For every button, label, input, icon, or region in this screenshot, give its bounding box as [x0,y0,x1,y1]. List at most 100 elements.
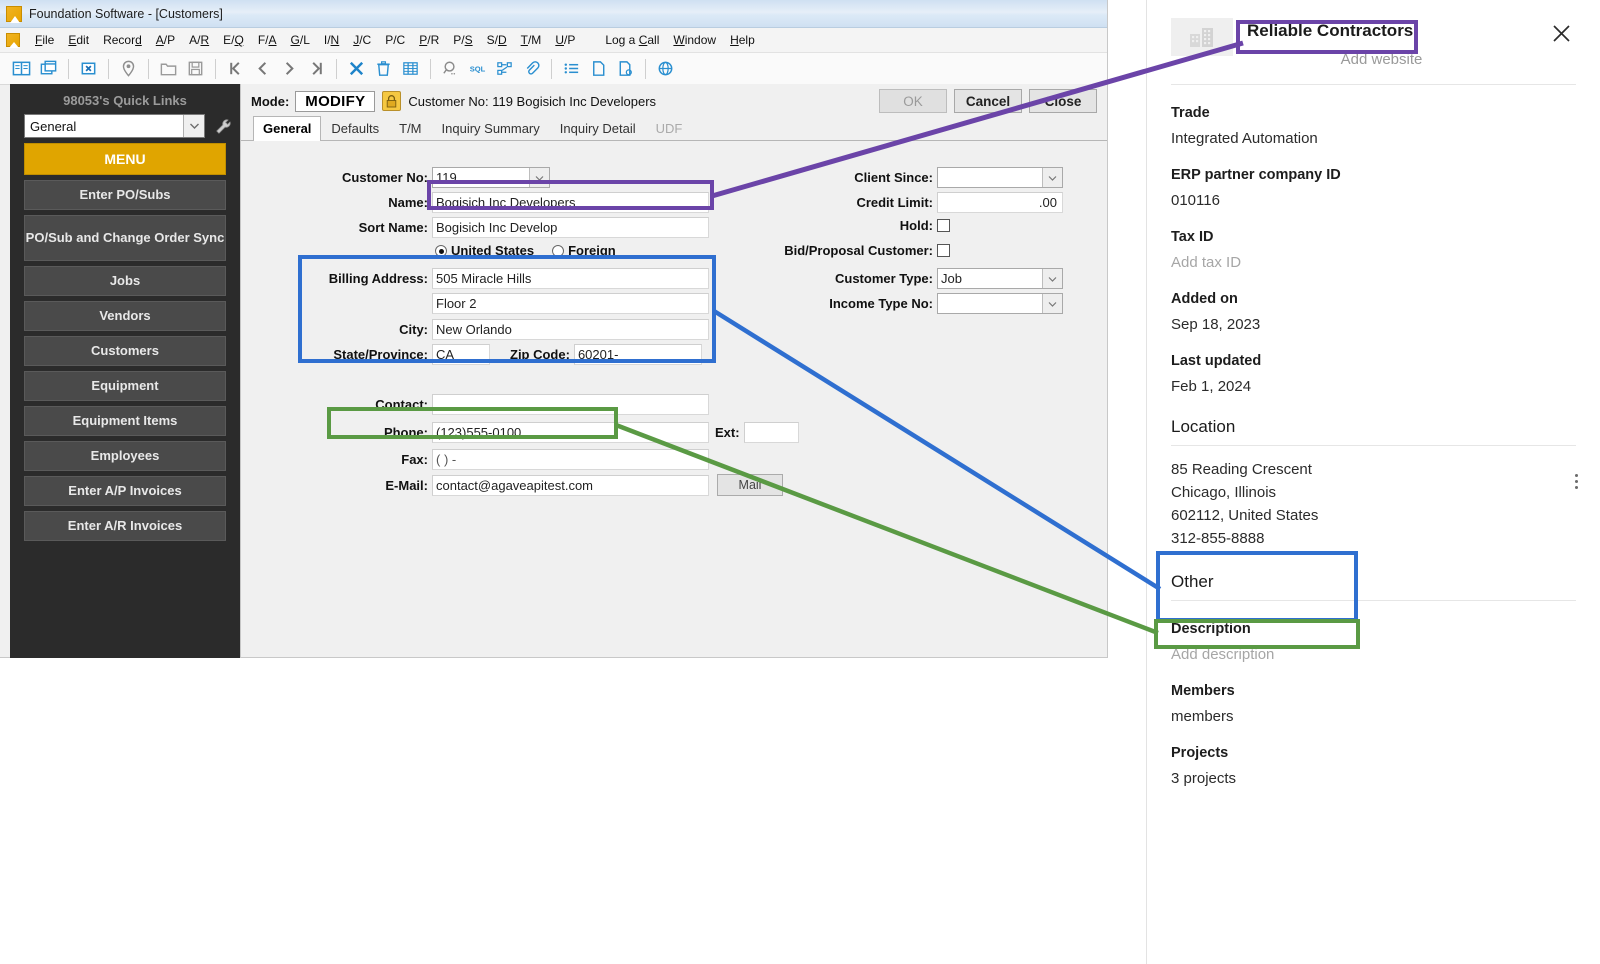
next-record-icon[interactable] [276,56,302,82]
sidebar-item-equipment[interactable]: Equipment [24,371,226,401]
foundation-logo-icon [6,33,20,48]
sidebar-item-employees[interactable]: Employees [24,441,226,471]
city-input[interactable]: New Orlando [432,319,709,340]
menu-item-gl[interactable]: G/L [284,31,317,49]
name-value: Bogisich Inc Developers [436,195,576,210]
menu-item-record[interactable]: Record [96,31,149,49]
add-website-link[interactable]: Add website [1247,51,1546,68]
sidebar-item-vendors[interactable]: Vendors [24,301,226,331]
close-box-icon[interactable] [75,56,101,82]
zip-code-input[interactable]: 60201- [573,344,702,365]
sidebar-item-enter-ap-invoices[interactable]: Enter A/P Invoices [24,476,226,506]
find-icon[interactable] [437,56,463,82]
tab-inquiry-detail[interactable]: Inquiry Detail [550,116,646,141]
globe-icon[interactable] [652,56,678,82]
trash-icon[interactable] [370,56,396,82]
sidebar-item-enter-po-subs[interactable]: Enter PO/Subs [24,180,226,210]
location-pin-icon[interactable] [115,56,141,82]
menu-item-window[interactable]: Window [666,31,723,49]
sidebar-item-jobs[interactable]: Jobs [24,266,226,296]
customer-type-input[interactable]: Job [937,268,1063,289]
radio-foreign[interactable]: Foreign [552,243,616,258]
delete-x-icon[interactable] [343,56,369,82]
email-input[interactable]: contact@agaveapitest.com [432,475,709,496]
menu-item-ps[interactable]: P/S [446,31,479,49]
list-icon[interactable] [558,56,584,82]
menu-item-jc[interactable]: J/C [346,31,378,49]
menu-item-log-a-call[interactable]: Log a Call [598,31,666,49]
menu-item-pc[interactable]: P/C [378,31,412,49]
menu-item-ar[interactable]: A/R [182,31,216,49]
menu-item-ap[interactable]: A/P [149,31,182,49]
bid-proposal-checkbox[interactable] [937,244,950,257]
menu-item-sd[interactable]: S/D [480,31,514,49]
name-input[interactable]: Bogisich Inc Developers [432,192,709,213]
chevron-down-icon[interactable] [1042,269,1062,288]
state-province-input[interactable]: CA [432,344,490,365]
menu-item-in[interactable]: I/N [317,31,346,49]
chevron-down-icon[interactable] [1042,168,1062,187]
address-line-1: 85 Reading Crescent [1171,461,1312,478]
document-icon[interactable] [585,56,611,82]
sidebar-item-customers[interactable]: Customers [24,336,226,366]
billing-address-line2-input[interactable]: Floor 2 [432,293,709,314]
attachment-icon[interactable] [518,56,544,82]
quick-links-dropdown[interactable]: General [24,114,205,138]
menu-item-fa[interactable]: F/A [251,31,284,49]
tab-inquiry-summary[interactable]: Inquiry Summary [432,116,550,141]
last-record-icon[interactable] [303,56,329,82]
contact-input[interactable] [432,394,709,415]
sidebar-item-po-sub-change-order-sync[interactable]: PO/Sub and Change Order Sync [24,215,226,261]
menu-item-help[interactable]: Help [723,31,762,49]
close-button[interactable]: Close [1029,89,1097,113]
members-label: Members [1171,683,1235,699]
ok-button[interactable]: OK [879,89,947,113]
previous-record-icon[interactable] [249,56,275,82]
fax-input[interactable]: ( ) - [432,449,709,470]
new-folder-icon[interactable] [155,56,181,82]
radio-united-states-label: United States [451,243,535,258]
credit-limit-input[interactable]: .00 [937,192,1063,213]
menu-item-pr[interactable]: P/R [412,31,446,49]
radio-united-states[interactable]: United States [435,243,534,258]
save-disk-icon[interactable] [182,56,208,82]
kebab-menu-icon[interactable] [1575,474,1578,489]
add-description-link[interactable]: Add description [1171,646,1576,663]
menu-item-tm[interactable]: T/M [514,31,549,49]
tab-tm[interactable]: T/M [389,116,431,141]
sidebar-item-equipment-items[interactable]: Equipment Items [24,406,226,436]
first-record-icon[interactable] [222,56,248,82]
chevron-down-icon[interactable] [183,115,204,137]
company-title-wrap: Reliable Contractors Add website [1247,18,1546,68]
chevron-down-icon[interactable] [529,168,549,187]
workflow-icon[interactable] [491,56,517,82]
grid-icon[interactable] [397,56,423,82]
sql-icon[interactable]: SQL [464,56,490,82]
sidebar-item-menu[interactable]: MENU [24,143,226,175]
wrench-icon[interactable] [212,117,234,136]
cancel-button[interactable]: Cancel [954,89,1022,113]
menu-item-edit[interactable]: Edit [61,31,96,49]
customer-type-value: Job [941,271,962,286]
menu-item-eq[interactable]: E/Q [216,31,251,49]
mail-button[interactable]: Mail [717,474,783,496]
menu-item-file[interactable]: File [28,31,61,49]
sort-name-input[interactable]: Bogisich Inc Develop [432,217,709,238]
phone-input[interactable]: (123)555-0100 [432,422,709,443]
book-open-icon[interactable] [8,56,34,82]
ext-input[interactable] [743,422,799,443]
billing-address-line1-input[interactable]: 505 Miracle Hills [432,268,709,289]
document-info-icon[interactable] [612,56,638,82]
tab-defaults[interactable]: Defaults [321,116,389,141]
tab-general[interactable]: General [253,116,322,141]
menu-item-up[interactable]: U/P [548,31,582,49]
close-icon[interactable] [1546,18,1576,48]
add-tax-id-link[interactable]: Add tax ID [1171,254,1576,271]
client-since-input[interactable] [937,167,1063,188]
sidebar-item-enter-ar-invoices[interactable]: Enter A/R Invoices [24,511,226,541]
copy-windows-icon[interactable] [35,56,61,82]
income-type-input[interactable] [937,293,1063,314]
customer-no-input[interactable]: 119 [432,167,550,188]
hold-checkbox[interactable] [937,219,950,232]
chevron-down-icon[interactable] [1042,294,1062,313]
